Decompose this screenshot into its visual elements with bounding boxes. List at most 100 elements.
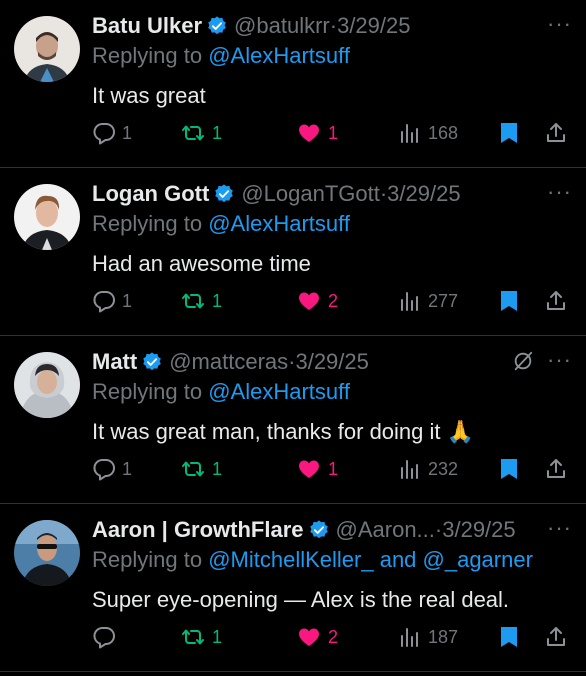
avatar[interactable] — [14, 352, 80, 418]
heart-icon — [299, 124, 319, 142]
reply-tweet-3[interactable]: Matt @mattceras·3/29/25 ··· Replying to @… — [0, 336, 586, 504]
reply-icon — [93, 123, 115, 145]
replying-to-prefix: Replying to — [92, 211, 203, 236]
avatar[interactable] — [14, 16, 80, 82]
share-icon — [547, 459, 565, 478]
more-icon[interactable]: ··· — [547, 517, 572, 539]
share-icon — [547, 291, 565, 310]
views-button[interactable]: 232 — [398, 454, 458, 484]
author-name[interactable]: Logan Gott — [92, 181, 209, 206]
bookmark-button[interactable] — [498, 622, 520, 652]
views-count: 232 — [428, 458, 459, 479]
repost-count: 1 — [212, 122, 223, 143]
like-count: 2 — [328, 290, 339, 311]
like-button[interactable]: 2 — [296, 286, 338, 316]
more-icon[interactable]: ··· — [547, 13, 572, 35]
replying-to-link[interactable]: @AlexHartsuff — [208, 211, 350, 236]
repost-button[interactable]: 1 — [180, 286, 222, 316]
action-bar: 1 1 1 232 — [92, 454, 572, 484]
reply-tweet-2[interactable]: Logan Gott @LoganTGott·3/29/25 ··· Replyi… — [0, 168, 586, 336]
views-icon — [401, 292, 418, 311]
like-button[interactable]: 1 — [296, 118, 338, 148]
like-button[interactable]: 2 — [296, 622, 338, 652]
reply-button[interactable]: 1 — [92, 454, 132, 484]
views-button[interactable]: 277 — [398, 286, 458, 316]
reply-tweet-1[interactable]: Batu Ulker @batulkrr·3/29/25 ··· Replying… — [0, 0, 586, 168]
share-icon — [547, 123, 565, 142]
author-name[interactable]: Batu Ulker — [92, 13, 202, 38]
more-icon[interactable]: ··· — [547, 181, 572, 203]
share-button[interactable] — [544, 454, 568, 484]
replying-to-link[interactable]: @MitchellKeller_ and @_agarner — [208, 547, 533, 572]
share-button[interactable] — [544, 286, 568, 316]
reply-count: 1 — [122, 290, 133, 311]
repost-button[interactable]: 1 — [180, 118, 222, 148]
tweet-text: It was great man, thanks for doing it 🙏 — [92, 418, 474, 446]
reply-count: 1 — [122, 458, 133, 479]
verified-badge-icon — [213, 183, 235, 212]
reply-button[interactable]: 1 — [92, 118, 132, 148]
views-button[interactable]: 168 — [398, 118, 458, 148]
author-handle[interactable]: @LoganTGott — [241, 181, 380, 206]
tweet-date[interactable]: 3/29/25 — [387, 181, 460, 206]
tweet-date[interactable]: 3/29/25 — [295, 349, 368, 374]
bookmark-button[interactable] — [498, 454, 520, 484]
author-name[interactable]: Matt — [92, 349, 137, 374]
bookmark-icon — [501, 459, 517, 479]
reply-icon — [93, 459, 115, 481]
repost-icon — [182, 293, 204, 309]
tweet-date[interactable]: 3/29/25 — [337, 13, 410, 38]
tweet-text-content: Had an awesome time — [92, 251, 311, 276]
reply-tweet-4[interactable]: Aaron | GrowthFlare @Aaron...·3/29/25 ···… — [0, 504, 586, 672]
replying-to-link[interactable]: @AlexHartsuff — [208, 379, 350, 404]
reply-count: 1 — [122, 122, 133, 143]
tweet-text: Super eye-opening — Alex is the real dea… — [92, 586, 509, 614]
verified-badge-icon — [308, 519, 330, 548]
like-button[interactable]: 1 — [296, 454, 338, 484]
separator-dot: · — [329, 13, 338, 38]
avatar[interactable] — [14, 520, 80, 586]
avatar[interactable] — [14, 184, 80, 250]
author-handle[interactable]: @batulkrr — [234, 13, 330, 38]
views-count: 277 — [428, 290, 459, 311]
reply-icon — [93, 627, 115, 649]
author-handle[interactable]: @mattceras — [169, 349, 288, 374]
reply-button[interactable]: 1 — [92, 286, 132, 316]
tweet-text-content: It was great — [92, 83, 206, 108]
bookmark-icon — [501, 627, 517, 647]
more-icon[interactable]: ··· — [547, 349, 572, 371]
replying-to: Replying to @MitchellKeller_ and @_agarn… — [92, 546, 533, 574]
share-icon — [547, 627, 565, 646]
avatar-logan-image — [14, 184, 80, 250]
repost-button[interactable]: 1 — [180, 454, 222, 484]
author-name[interactable]: Aaron | GrowthFlare — [92, 517, 304, 542]
tweet-date[interactable]: 3/29/25 — [442, 517, 515, 542]
grok-icon[interactable] — [512, 350, 534, 377]
repost-button[interactable]: 1 — [180, 622, 222, 652]
replying-to-prefix: Replying to — [92, 547, 203, 572]
avatar-matt-image — [14, 352, 80, 418]
bookmark-button[interactable] — [498, 118, 520, 148]
repost-count: 1 — [212, 626, 223, 647]
avatar-aaron-image — [14, 520, 80, 586]
tweet-text-content: Super eye-opening — Alex is the real dea… — [92, 587, 510, 612]
replying-to-prefix: Replying to — [92, 43, 203, 68]
share-button[interactable] — [544, 622, 568, 652]
views-count: 187 — [428, 626, 459, 647]
repost-count: 1 — [212, 458, 223, 479]
replying-to-link[interactable]: @AlexHartsuff — [208, 43, 350, 68]
avatar-batu-image — [14, 16, 80, 82]
share-button[interactable] — [544, 118, 568, 148]
replying-to: Replying to @AlexHartsuff — [92, 378, 350, 406]
bookmark-button[interactable] — [498, 286, 520, 316]
heart-icon — [299, 628, 319, 646]
action-bar: 1 1 2 277 — [92, 286, 572, 316]
views-button[interactable]: 187 — [398, 622, 458, 652]
author-handle[interactable]: @Aaron... — [336, 517, 435, 542]
repost-icon — [182, 461, 204, 477]
verified-badge-icon — [206, 15, 228, 44]
tweet-text-content: It was great man, thanks for doing it — [92, 419, 447, 444]
reply-button[interactable] — [92, 622, 122, 652]
views-count: 168 — [428, 122, 459, 143]
action-bar: 1 2 187 — [92, 622, 572, 652]
